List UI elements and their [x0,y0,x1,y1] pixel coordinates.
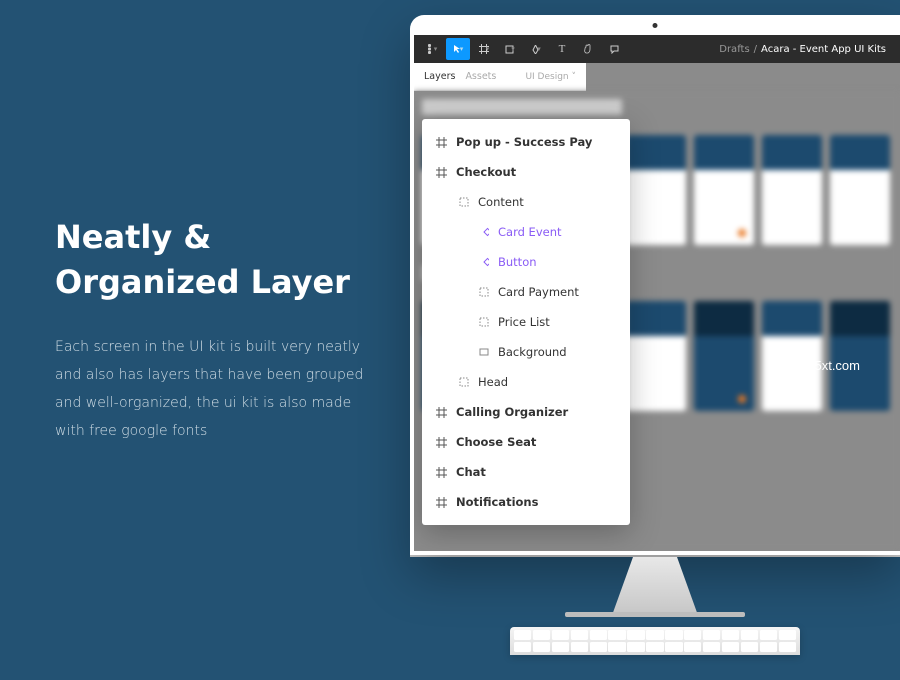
layer-label: Calling Organizer [456,405,568,419]
figma-screen: ▾ ▾ ▾ ▾ ▾ T Drafts / Acara - Event App U… [414,35,900,551]
component-icon [478,257,489,268]
imac-stand [600,557,710,612]
headline: Neatly & Organized Layer [55,215,385,305]
component-icon [478,227,489,238]
frame-icon [436,497,447,508]
layer-frame-popup[interactable]: Pop up - Success Pay [422,127,630,157]
figma-toolbar: ▾ ▾ ▾ ▾ ▾ T Drafts / Acara - Event App U… [414,35,900,63]
breadcrumb-root[interactable]: Drafts [719,44,749,55]
keyboard [510,627,800,655]
shape-tool-button[interactable]: ▾ [498,38,522,60]
left-panel-tabs: Layers Assets UI Design ˅ [414,63,586,91]
layer-frame-checkout[interactable]: Checkout [422,157,630,187]
layer-label: Chat [456,465,486,479]
frame-icon [436,437,447,448]
layer-label: Checkout [456,165,516,179]
layer-frame-chat[interactable]: Chat [422,457,630,487]
layer-label: Notifications [456,495,538,509]
camera-dot [653,23,658,28]
layer-group-head[interactable]: Head [422,367,630,397]
layer-group-card-payment[interactable]: Card Payment [422,277,630,307]
layer-group-price-list[interactable]: Price List [422,307,630,337]
layer-label: Content [478,195,524,209]
layer-label: Head [478,375,508,389]
imac-base [565,612,745,617]
keys-grid [510,627,800,655]
rectangle-icon [478,347,489,358]
imac-chin [410,555,900,557]
layer-group-content[interactable]: Content [422,187,630,217]
headline-line2: Organized Layer [55,263,350,301]
screen-bezel: ▾ ▾ ▾ ▾ ▾ T Drafts / Acara - Event App U… [410,15,900,555]
tab-layers[interactable]: Layers [424,71,455,82]
breadcrumb-sep: / [754,44,757,55]
layer-label: Button [498,255,537,269]
layers-panel: Pop up - Success Pay Checkout Content Ca… [422,119,630,525]
breadcrumb-current[interactable]: Acara - Event App UI Kits [761,44,886,55]
frame-icon [436,167,447,178]
move-tool-button[interactable]: ▾ [446,38,470,60]
layer-component-card-event[interactable]: Card Event [422,217,630,247]
hand-tool-button[interactable] [576,38,600,60]
breadcrumb[interactable]: Drafts / Acara - Event App UI Kits [719,44,894,55]
text-tool-button[interactable]: T [550,38,574,60]
layer-label: Card Event [498,225,562,239]
layer-label: Card Payment [498,285,579,299]
layer-label: Choose Seat [456,435,536,449]
group-icon [458,377,469,388]
layer-frame-calling[interactable]: Calling Organizer [422,397,630,427]
frame-icon [436,407,447,418]
layer-frame-notifications[interactable]: Notifications [422,487,630,517]
layer-label: Pop up - Success Pay [456,135,592,149]
group-icon [478,287,489,298]
frame-tool-button[interactable]: ▾ [472,38,496,60]
imac-mockup: ▾ ▾ ▾ ▾ ▾ T Drafts / Acara - Event App U… [410,15,900,655]
group-icon [478,317,489,328]
body-text: Each screen in the UI kit is built very … [55,333,385,445]
layer-component-button[interactable]: Button [422,247,630,277]
main-menu-button[interactable]: ▾ [420,38,444,60]
frame-icon [436,467,447,478]
pen-tool-button[interactable]: ▾ [524,38,548,60]
group-icon [458,197,469,208]
layer-label: Price List [498,315,550,329]
watermark-text: www.25xt.com [776,358,860,373]
page-dropdown[interactable]: UI Design ˅ [525,72,576,82]
layer-rect-background[interactable]: Background [422,337,630,367]
comment-tool-button[interactable] [602,38,626,60]
tab-assets[interactable]: Assets [465,71,496,82]
layer-label: Background [498,345,567,359]
layer-frame-choose-seat[interactable]: Choose Seat [422,427,630,457]
frame-icon [436,137,447,148]
headline-line1: Neatly & [55,218,211,256]
marketing-copy: Neatly & Organized Layer Each screen in … [55,215,385,445]
